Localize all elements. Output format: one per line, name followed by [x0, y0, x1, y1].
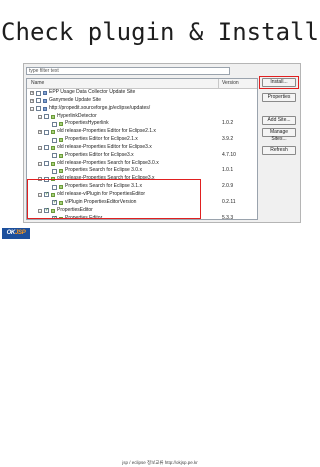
table-row[interactable]: - old release-Properties Editor for Eclip… [27, 144, 257, 152]
update-dialog: type filter text Name Version + EPP Usage… [23, 63, 301, 223]
update-site-icon [43, 91, 47, 95]
expand-icon[interactable]: + [30, 98, 34, 103]
collapse-icon[interactable]: - [30, 106, 34, 111]
row-label: old release-Properties Search for Eclips… [57, 159, 159, 166]
collapse-icon[interactable]: - [38, 145, 42, 150]
collapse-icon[interactable]: - [38, 161, 42, 166]
selection-highlight [27, 179, 201, 219]
row-version: 1.0.2 [222, 120, 234, 127]
column-name[interactable]: Name [31, 79, 44, 88]
row-checkbox[interactable] [52, 168, 57, 174]
manage-sites-button[interactable]: Manage Sites... [262, 128, 296, 142]
row-checkbox[interactable] [44, 114, 49, 120]
row-label: Properties Editor for Eclipse2.1.x [65, 136, 138, 143]
row-checkbox[interactable] [52, 137, 57, 143]
row-label: old release-Properties Editor for Eclips… [57, 143, 152, 150]
feature-icon [51, 114, 55, 119]
update-site-icon [43, 98, 47, 103]
row-checkbox[interactable] [36, 98, 41, 104]
filter-input[interactable]: type filter text [26, 67, 230, 75]
row-label: old release-Properties Editor for Eclips… [57, 128, 156, 135]
row-checkbox[interactable] [44, 145, 49, 151]
row-label: EPP Usage Data Collector Update Site [49, 89, 136, 95]
expand-icon[interactable]: + [38, 130, 42, 135]
refresh-button[interactable]: Refresh [262, 146, 296, 155]
table-row[interactable]: Properties Editor for Eclipse2.1.x 3.9.2 [27, 136, 257, 144]
footer-text: jsp / eclipse 정보교류 http://okjsp.pe.kr [122, 460, 198, 465]
feature-icon [51, 130, 55, 135]
row-checkbox[interactable] [52, 153, 57, 159]
feature-icon [51, 145, 55, 150]
table-row[interactable]: + old release-Properties Editor for Eclip… [27, 128, 257, 136]
row-label: Ganymede Update Site [49, 96, 101, 103]
row-label: PropertiesHyperlink [65, 120, 109, 127]
expand-icon[interactable]: + [30, 91, 34, 95]
column-version[interactable]: Version [218, 79, 239, 88]
row-label: Properties Search for Eclipse 3.0.x [65, 167, 142, 174]
install-highlight [259, 76, 299, 89]
row-version: 0.2.11 [222, 198, 236, 205]
update-site-icon [43, 106, 47, 111]
okjsp-logo: OKJSP [2, 228, 30, 239]
row-version: 5.3.3 [222, 214, 234, 220]
feature-icon [59, 169, 63, 174]
row-checkbox[interactable] [44, 161, 49, 167]
slide-title: Check plugin & Install [1, 18, 319, 46]
table-row[interactable]: - HyperlinkDetector [27, 113, 257, 121]
table-row[interactable]: + EPP Usage Data Collector Update Site [27, 89, 257, 97]
row-label: HyperlinkDetector [57, 112, 97, 119]
row-version: 4.7.10 [222, 151, 236, 158]
properties-button[interactable]: Properties [262, 93, 296, 102]
feature-icon [59, 122, 63, 127]
row-checkbox[interactable] [36, 106, 41, 112]
feature-icon [59, 138, 63, 143]
feature-icon [59, 153, 63, 158]
table-row[interactable]: Properties Editor for Eclipse3.x 4.7.10 [27, 152, 257, 160]
row-version: 1.0.1 [222, 167, 234, 174]
row-checkbox[interactable] [36, 90, 41, 96]
row-label: Properties Editor for Eclipse3.x [65, 151, 134, 158]
row-checkbox[interactable] [44, 129, 49, 135]
collapse-icon[interactable]: - [38, 114, 42, 119]
table-row[interactable]: PropertiesHyperlink 1.0.2 [27, 120, 257, 128]
row-version: 3.9.2 [222, 136, 234, 143]
row-label: http://propedit.sourceforge.jp/eclipse/u… [49, 104, 151, 111]
row-checkbox[interactable] [52, 121, 57, 127]
table-header: Name Version [27, 79, 257, 89]
feature-icon [51, 161, 55, 166]
add-site-button[interactable]: Add Site... [262, 116, 296, 125]
table-row[interactable]: - old release-Properties Search for Eclip… [27, 160, 257, 168]
table-row[interactable]: - http://propedit.sourceforge.jp/eclipse/… [27, 105, 257, 113]
table-row[interactable]: + Ganymede Update Site [27, 97, 257, 105]
row-version: 2.0.9 [222, 183, 234, 190]
slide-footer: jsp / eclipse 정보교류 http://okjsp.pe.kr [0, 228, 320, 465]
table-row[interactable]: Properties Search for Eclipse 3.0.x 1.0.1 [27, 167, 257, 175]
